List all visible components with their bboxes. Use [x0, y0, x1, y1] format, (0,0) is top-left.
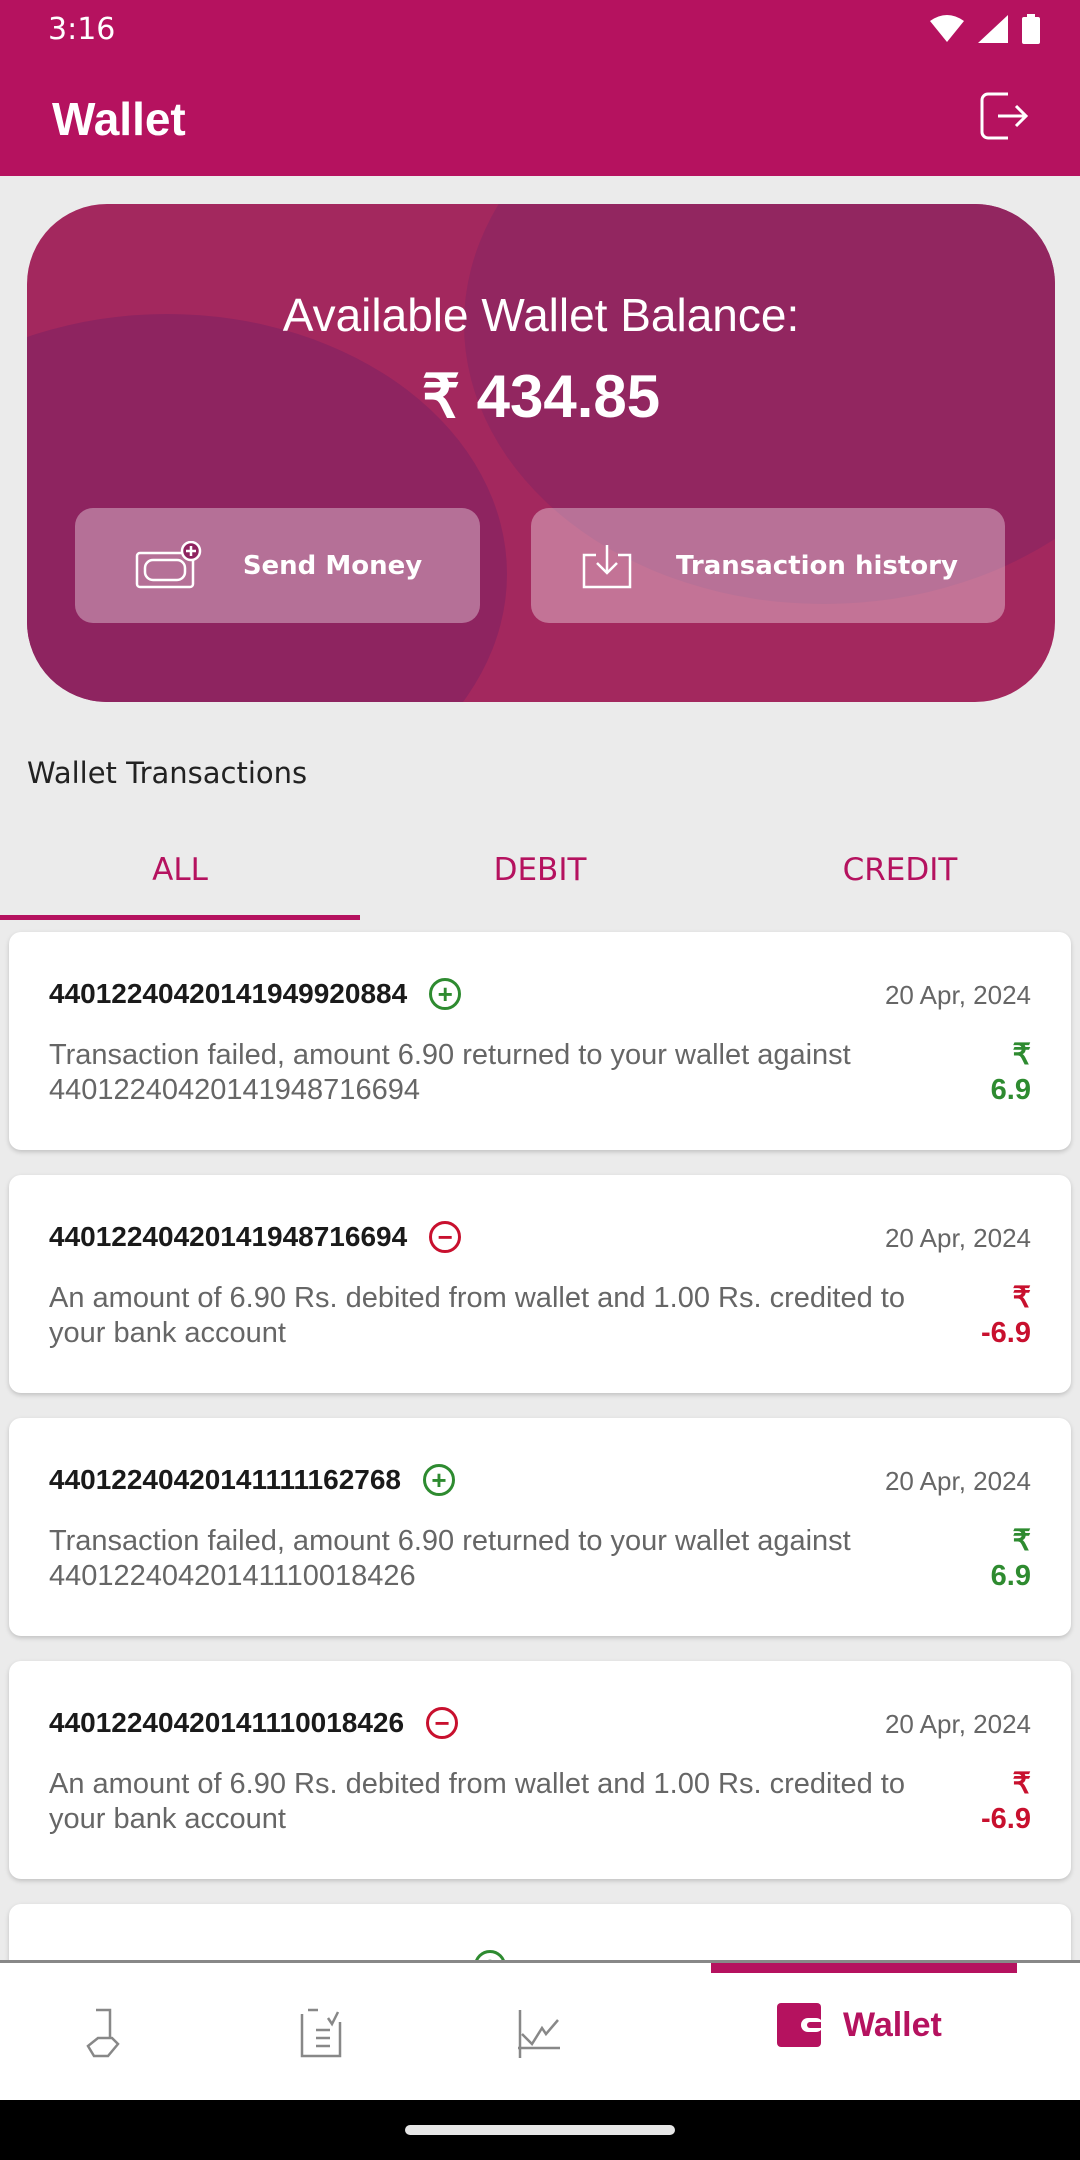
send-money-button[interactable]: Send Money [75, 508, 480, 623]
signal-icon [978, 15, 1008, 43]
transaction-history-button[interactable]: Transaction history [531, 508, 1005, 623]
tab-debit[interactable]: DEBIT [360, 830, 720, 920]
transaction-card[interactable]: 44012240420141111162768 + 20 Apr, 2024 Tr… [9, 1418, 1071, 1636]
transaction-amount: -6.9 [981, 1317, 1031, 1349]
nav-chart-icon[interactable] [516, 2008, 566, 2058]
transaction-tabs: ALL DEBIT CREDIT [0, 830, 1080, 920]
section-title: Wallet Transactions [27, 756, 308, 790]
send-money-icon [135, 540, 202, 588]
credit-icon: + [422, 1464, 455, 1496]
active-tab-indicator [711, 1963, 1017, 1973]
tab-credit[interactable]: CREDIT [720, 830, 1080, 920]
transaction-amount: 6.9 [990, 1074, 1031, 1106]
transaction-card[interactable]: 44012240420141948716694− 20 Apr, 2024 An… [9, 1175, 1071, 1393]
battery-icon [1022, 14, 1040, 44]
logout-icon[interactable] [978, 90, 1030, 142]
wifi-icon [930, 15, 964, 42]
transaction-amount: 6.9 [990, 1560, 1031, 1592]
transaction-date: 20 Apr, 2024 [884, 1466, 1031, 1496]
transaction-description: Transaction failed, amount 6.90 returned… [49, 1525, 851, 1592]
transaction-description: Transaction failed, amount 6.90 returned… [49, 1039, 851, 1106]
transaction-amount: -6.9 [981, 1803, 1031, 1835]
currency-symbol: ₹ [1012, 1768, 1031, 1800]
nav-hand-money-icon[interactable] [84, 2008, 134, 2058]
balance-amount: ₹ 434.85 [421, 363, 661, 430]
wallet-icon [777, 2003, 821, 2047]
transaction-id: 44012240420141949920884 [49, 978, 408, 1009]
transaction-history-label: Transaction history [676, 550, 958, 581]
status-time: 3:16 [48, 12, 116, 47]
debit-icon: − [426, 1707, 459, 1739]
nav-wallet-label: Wallet [843, 2005, 942, 2044]
currency-symbol: ₹ [1012, 1525, 1031, 1557]
nav-checklist-icon[interactable] [298, 2008, 348, 2058]
download-icon [582, 544, 632, 588]
balance-label: Available Wallet Balance: [282, 289, 800, 341]
transaction-card[interactable]: 44012240420141949920884 + 20 Apr, 2024 Tr… [9, 932, 1071, 1150]
transaction-description: An amount of 6.90 Rs. debited from walle… [49, 1282, 905, 1349]
page-title: Wallet [52, 93, 186, 145]
debit-icon: − [429, 1221, 462, 1253]
transaction-id: 44012240420141111162768 [49, 1464, 401, 1495]
transaction-date: 20 Apr, 2024 [884, 1223, 1031, 1253]
tab-all[interactable]: ALL [0, 830, 360, 920]
home-handle[interactable] [405, 2125, 675, 2135]
credit-icon: + [429, 978, 462, 1010]
send-money-label: Send Money [242, 550, 423, 581]
currency-symbol: ₹ [1012, 1039, 1031, 1071]
currency-symbol: ₹ [1012, 1282, 1031, 1314]
balance-card: Available Wallet Balance: ₹ 434.85 Send … [27, 204, 1055, 702]
transaction-date: 20 Apr, 2024 [884, 1709, 1031, 1739]
nav-wallet[interactable]: Wallet [777, 2003, 942, 2047]
status-bar: 3:16 [0, 0, 1080, 62]
app-bar: Wallet [0, 62, 1080, 176]
transaction-card[interactable]: 44012240420141110018426− 20 Apr, 2024 An… [9, 1661, 1071, 1879]
transaction-date: 20 Apr, 2024 [884, 980, 1031, 1010]
bottom-nav: Wallet [0, 1960, 1080, 2100]
system-nav-bar [0, 2100, 1080, 2160]
transaction-id: 44012240420141110018426 [49, 1707, 405, 1738]
transaction-id: 44012240420141948716694 [49, 1221, 408, 1252]
transaction-description: An amount of 6.90 Rs. debited from walle… [49, 1768, 905, 1835]
